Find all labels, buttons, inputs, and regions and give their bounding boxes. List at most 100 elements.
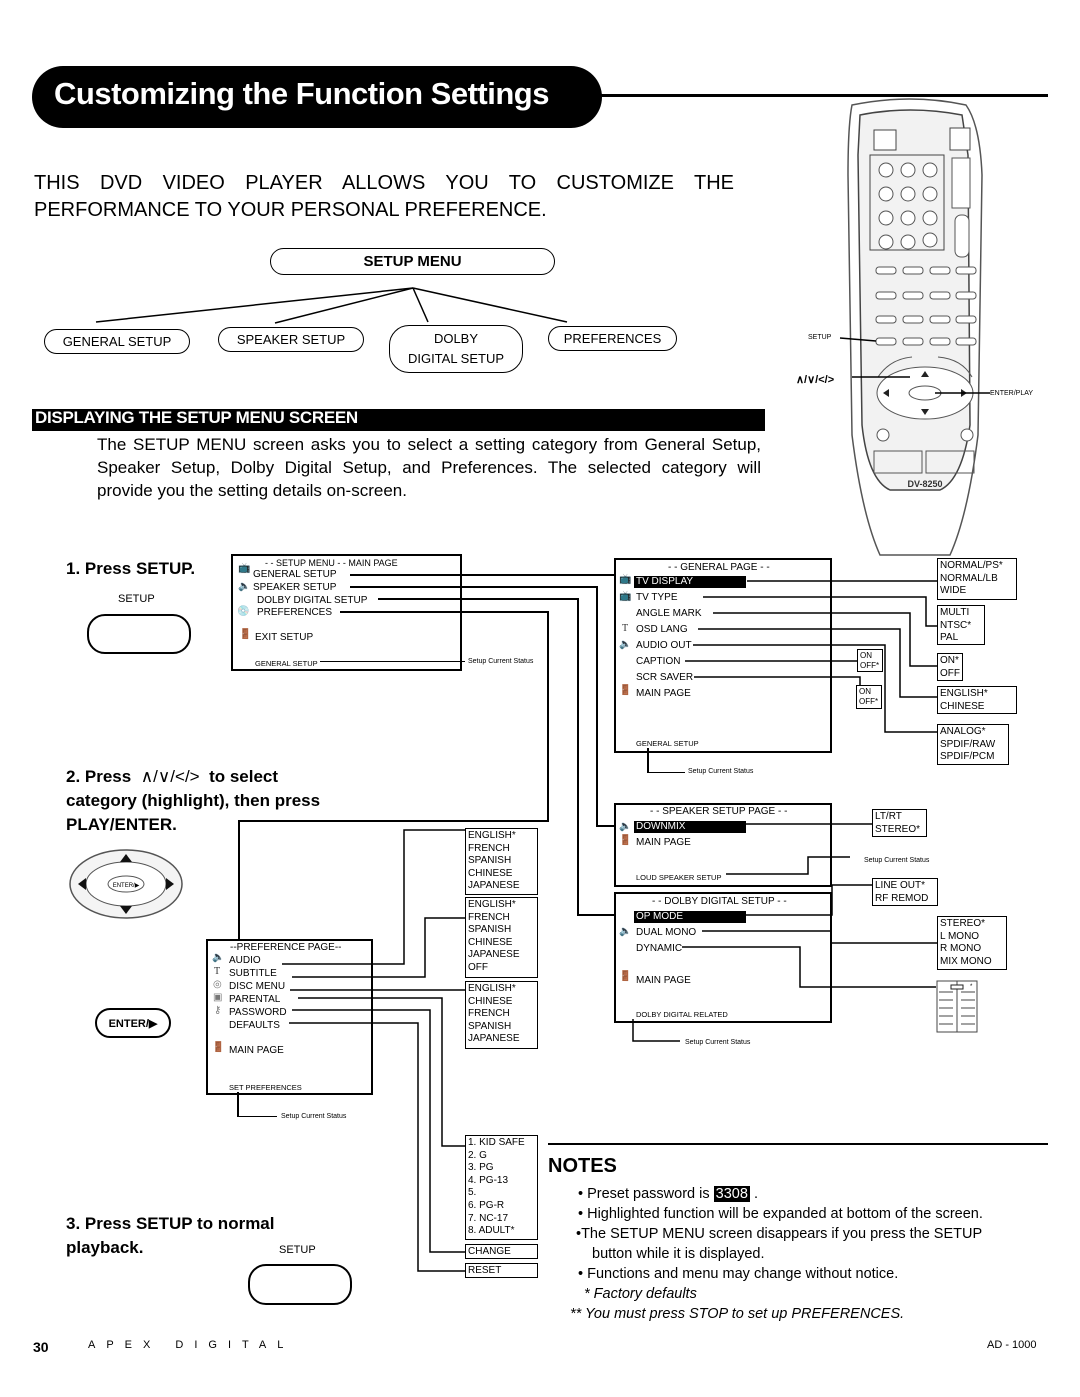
speaker-icon: 🔈: [238, 581, 251, 592]
key-icon: ⚷: [214, 1005, 222, 1016]
main-item-general-setup[interactable]: GENERAL SETUP: [253, 569, 337, 581]
wire-main-general: [350, 574, 615, 576]
setup-button[interactable]: [87, 614, 191, 654]
wire-main-speaker: [350, 586, 597, 588]
navigation-pad[interactable]: ENTER/▶: [68, 848, 184, 920]
option[interactable]: L MONO: [940, 931, 1004, 944]
options-osd-lang: ENGLISH* CHINESE: [937, 686, 1017, 714]
door-icon: 🚪: [212, 1042, 225, 1053]
option[interactable]: MULTI: [940, 607, 982, 620]
option[interactable]: OFF: [940, 668, 960, 681]
main-page-title: - - SETUP MENU - - MAIN PAGE: [265, 558, 398, 568]
option[interactable]: CHINESE: [468, 868, 535, 881]
option[interactable]: ON*: [940, 655, 960, 668]
option[interactable]: SPANISH: [468, 924, 535, 937]
password-change-option[interactable]: CHANGE: [465, 1244, 538, 1259]
option[interactable]: NORMAL/LB: [940, 573, 1014, 586]
option[interactable]: SPANISH: [468, 1021, 535, 1034]
option[interactable]: SPDIF/PCM: [940, 751, 1006, 764]
tree-node-dolby-digital-setup: DOLBY DIGITAL SETUP: [389, 325, 523, 373]
option[interactable]: STEREO*: [940, 918, 1004, 931]
option[interactable]: ENGLISH*: [940, 688, 1014, 701]
option[interactable]: CHINESE: [468, 996, 535, 1009]
step-2-to-select: to select: [209, 767, 279, 786]
step-2-arrows: ∧/∨/</>: [140, 767, 200, 786]
defaults-reset-option[interactable]: RESET: [465, 1263, 538, 1278]
options-dual-mono: STEREO* L MONO R MONO MIX MONO: [937, 916, 1007, 970]
option[interactable]: ENGLISH*: [468, 899, 535, 912]
enter-button[interactable]: ENTER/▶: [95, 1008, 171, 1038]
option[interactable]: ENGLISH*: [468, 983, 535, 996]
step-3-line-1: 3. Press SETUP to normal: [66, 1214, 275, 1233]
options-tv-type: MULTI NTSC* PAL: [937, 605, 985, 645]
options-angle-mark: ON* OFF: [937, 653, 963, 681]
note-password: • Preset password is 3308 .: [578, 1184, 983, 1204]
speaker-icon: 🔈: [212, 952, 225, 963]
option[interactable]: 4. PG-13: [468, 1175, 535, 1188]
notes-list: • Preset password is 3308 . • Highlighte…: [570, 1184, 983, 1324]
door-icon: 🚪: [239, 629, 252, 640]
tv-icon: 📺: [238, 563, 251, 574]
step-2-line-2: category (highlight), then press: [66, 791, 321, 810]
option[interactable]: JAPANESE: [468, 1033, 535, 1046]
option[interactable]: ANALOG*: [940, 726, 1006, 739]
main-item-exit-setup[interactable]: EXIT SETUP: [255, 632, 313, 644]
option[interactable]: FRENCH: [468, 912, 535, 925]
option[interactable]: FRENCH: [468, 1008, 535, 1021]
wire-main-pref-v2: [238, 820, 240, 940]
option[interactable]: FRENCH: [468, 843, 535, 856]
preset-password: 3308: [713, 1186, 750, 1202]
disc-icon: 💿: [237, 606, 250, 617]
setup-button-return[interactable]: [248, 1264, 352, 1305]
note-password-suffix: .: [753, 1186, 758, 1202]
option[interactable]: JAPANESE: [468, 949, 535, 962]
tree-node-dolby-line1: DOLBY: [433, 331, 479, 346]
option[interactable]: CHINESE: [468, 937, 535, 950]
options-subtitle: ENGLISH* FRENCH SPANISH CHINESE JAPANESE…: [465, 897, 538, 978]
option[interactable]: MIX MONO: [940, 956, 1004, 969]
note-setup-disappears: •The SETUP MENU screen disappears if you…: [576, 1226, 983, 1242]
note-highlight: • Highlighted function will be expanded …: [578, 1206, 983, 1222]
option[interactable]: SPANISH: [468, 855, 535, 868]
option[interactable]: WIDE: [940, 585, 1014, 598]
option[interactable]: NTSC*: [940, 620, 982, 633]
option[interactable]: R MONO: [940, 943, 1004, 956]
wire-pref-status-v: [237, 1092, 239, 1116]
option[interactable]: ENGLISH*: [468, 830, 535, 843]
wire-main-dolby-v: [577, 598, 579, 915]
option[interactable]: 6. PG-R: [468, 1200, 535, 1213]
option[interactable]: CHINESE: [940, 701, 1014, 714]
option[interactable]: JAPANESE: [468, 880, 535, 893]
tree-node-speaker-setup: SPEAKER SETUP: [218, 327, 364, 352]
step-1-text: 1. Press SETUP.: [66, 559, 196, 578]
option[interactable]: PAL: [940, 632, 982, 645]
tree-line-speaker: [274, 287, 414, 324]
tree-line-general: [95, 287, 414, 323]
parental-icon: ▣: [213, 992, 223, 1003]
step-2-text: 2. Press ∧/∨/</> to select: [66, 765, 278, 789]
option[interactable]: 2. G: [468, 1150, 535, 1163]
wire-main-preferences: [340, 611, 548, 613]
options-audio-out: ANALOG* SPDIF/RAW SPDIF/PCM: [937, 724, 1009, 765]
option[interactable]: 3. PG: [468, 1162, 535, 1175]
option[interactable]: OFF: [468, 962, 535, 975]
option[interactable]: NORMAL/PS*: [940, 560, 1014, 573]
section-body: The SETUP MENU screen asks you to select…: [97, 435, 761, 500]
main-item-preferences[interactable]: PREFERENCES: [257, 607, 332, 619]
speaker-dolby-wires: [632, 823, 937, 1042]
tree-node-dolby-line2: DIGITAL SETUP: [407, 351, 505, 366]
wire-main-status: [320, 661, 465, 662]
dynamic-range-slider[interactable]: *: [936, 975, 980, 1035]
option[interactable]: SPDIF/RAW: [940, 739, 1006, 752]
step-3-line-2: playback.: [66, 1238, 144, 1257]
option[interactable]: 5.: [468, 1187, 535, 1200]
step-3-button-label: SETUP: [279, 1244, 316, 1256]
main-item-dolby-digital-setup[interactable]: DOLBY DIGITAL SETUP: [257, 595, 367, 607]
remote-enter-label: ENTER/PLAY: [990, 390, 1034, 397]
option[interactable]: 8. ADULT*: [468, 1225, 535, 1238]
option[interactable]: 1. KID SAFE: [468, 1137, 535, 1150]
pref-item-audio[interactable]: AUDIO: [229, 955, 261, 967]
option[interactable]: 7. NC-17: [468, 1213, 535, 1226]
main-item-speaker-setup[interactable]: SPEAKER SETUP: [253, 582, 336, 594]
remote-setup-label: SETUP: [808, 334, 832, 341]
